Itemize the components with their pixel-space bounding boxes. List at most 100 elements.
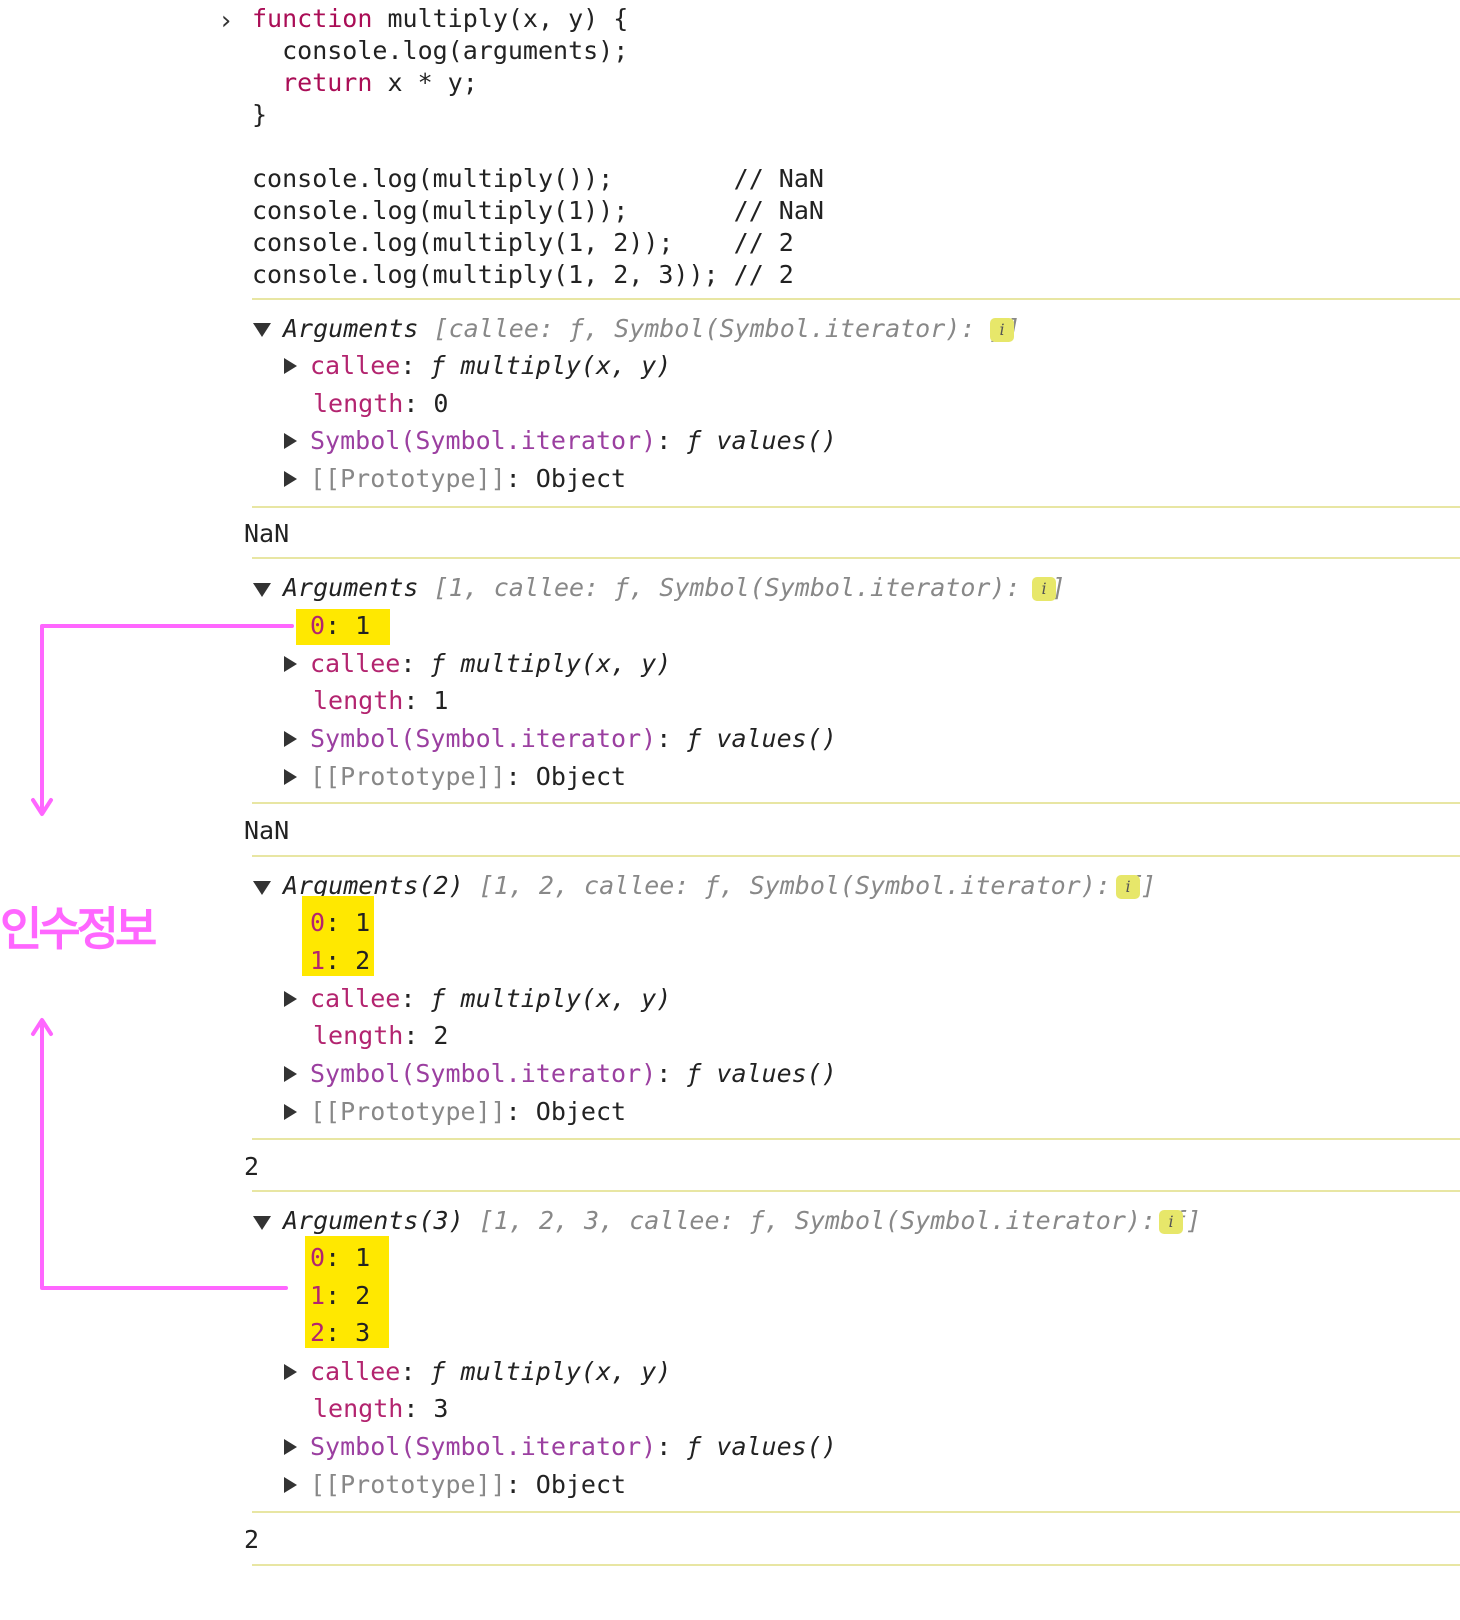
arguments-header[interactable]: Arguments(2) [1, 2, callee: ƒ, Symbol(Sy… — [283, 871, 1156, 900]
prop-key: 1 — [310, 1281, 326, 1310]
code-keyword: return — [252, 68, 373, 97]
index-row-1: 1: 2 — [310, 1281, 371, 1310]
length-row: length: 2 — [313, 1021, 449, 1050]
expand-triangle-icon[interactable] — [284, 1477, 297, 1493]
info-icon[interactable]: i — [1159, 1210, 1183, 1234]
console-result: 2 — [244, 1525, 260, 1554]
expand-triangle-icon[interactable] — [284, 358, 297, 374]
arguments-preview: [1, 2, callee: ƒ, Symbol(Symbol.iterator… — [478, 871, 1156, 900]
prop-key: length — [313, 686, 404, 715]
prop-value: Object — [535, 1470, 627, 1499]
prop-value: 3 — [355, 1318, 371, 1347]
prop-key: [[Prototype]] — [310, 464, 506, 493]
arguments-header[interactable]: Arguments [callee: ƒ, Symbol(Symbol.iter… — [283, 314, 1021, 343]
prop-key: [[Prototype]] — [310, 1097, 506, 1126]
divider — [252, 506, 1460, 508]
arguments-preview: [1, callee: ƒ, Symbol(Symbol.iterator): … — [433, 573, 1066, 602]
expand-triangle-icon[interactable] — [284, 769, 297, 785]
symbol-iterator-row[interactable]: Symbol(Symbol.iterator): ƒ values() — [310, 724, 837, 753]
divider — [252, 1564, 1460, 1566]
prop-value: 0 — [433, 389, 449, 418]
info-icon[interactable]: i — [990, 318, 1014, 342]
length-row: length: 1 — [313, 686, 449, 715]
console-result: NaN — [244, 816, 290, 845]
prop-key: callee — [310, 984, 401, 1013]
prop-key: Symbol(Symbol.iterator) — [310, 1059, 657, 1088]
collapse-triangle-icon[interactable] — [253, 881, 271, 895]
expand-triangle-icon[interactable] — [284, 1439, 297, 1455]
prop-value: ƒ multiply(x, y) — [430, 649, 672, 678]
prop-value: 2 — [433, 1021, 449, 1050]
prototype-row[interactable]: [[Prototype]]: Object — [310, 464, 626, 493]
prop-value: ƒ multiply(x, y) — [430, 984, 672, 1013]
expand-triangle-icon[interactable] — [284, 1364, 297, 1380]
arguments-header[interactable]: Arguments [1, callee: ƒ, Symbol(Symbol.i… — [283, 573, 1066, 602]
prop-key: Symbol(Symbol.iterator) — [310, 426, 657, 455]
prop-key: length — [313, 1021, 404, 1050]
code-keyword: function — [252, 4, 373, 33]
arguments-label: Arguments(3) — [283, 1206, 464, 1235]
expand-triangle-icon[interactable] — [284, 731, 297, 747]
collapse-triangle-icon[interactable] — [253, 323, 271, 337]
expand-triangle-icon[interactable] — [284, 471, 297, 487]
arguments-label: Arguments — [283, 314, 419, 343]
code-line-9: console.log(multiply(1, 2, 3)); // 2 — [252, 260, 794, 289]
prop-key: length — [313, 389, 404, 418]
index-row-0: 0: 1 — [310, 611, 371, 640]
length-row: length: 0 — [313, 389, 449, 418]
prop-value: 1 — [433, 686, 449, 715]
prop-key: 2 — [310, 1318, 326, 1347]
info-icon[interactable]: i — [1032, 577, 1056, 601]
divider — [252, 1511, 1460, 1513]
code-line-3: return x * y; — [252, 68, 478, 97]
index-row-0: 0: 1 — [310, 908, 371, 937]
prototype-row[interactable]: [[Prototype]]: Object — [310, 762, 626, 791]
callee-row[interactable]: callee: ƒ multiply(x, y) — [310, 1357, 671, 1386]
collapse-triangle-icon[interactable] — [253, 1216, 271, 1230]
arguments-preview: [1, 2, 3, callee: ƒ, Symbol(Symbol.itera… — [478, 1206, 1202, 1235]
code-line-1: function multiply(x, y) { — [252, 4, 628, 33]
info-icon[interactable]: i — [1116, 875, 1140, 899]
prop-value: Object — [535, 1097, 627, 1126]
prop-key: callee — [310, 1357, 401, 1386]
prototype-row[interactable]: [[Prototype]]: Object — [310, 1097, 626, 1126]
prop-key: Symbol(Symbol.iterator) — [310, 1432, 657, 1461]
code-line-4: } — [252, 100, 268, 129]
expand-triangle-icon[interactable] — [284, 433, 297, 449]
console-result: NaN — [244, 519, 290, 548]
prop-key: 0 — [310, 611, 326, 640]
arguments-header[interactable]: Arguments(3) [1, 2, 3, callee: ƒ, Symbol… — [283, 1206, 1201, 1235]
expand-triangle-icon[interactable] — [284, 1066, 297, 1082]
prop-value: ƒ values() — [686, 1059, 837, 1088]
prop-value: 3 — [433, 1394, 449, 1423]
code-line-8: console.log(multiply(1, 2)); // 2 — [252, 228, 794, 257]
expand-triangle-icon[interactable] — [284, 656, 297, 672]
code-line-6: console.log(multiply()); // NaN — [252, 164, 824, 193]
prop-key: Symbol(Symbol.iterator) — [310, 724, 657, 753]
expand-triangle-icon[interactable] — [284, 991, 297, 1007]
prototype-row[interactable]: [[Prototype]]: Object — [310, 1470, 626, 1499]
prop-key: 0 — [310, 1243, 326, 1272]
arrowhead-up-icon — [31, 1018, 53, 1036]
symbol-iterator-row[interactable]: Symbol(Symbol.iterator): ƒ values() — [310, 1432, 837, 1461]
annotation-label: 인수정보 — [0, 902, 157, 956]
expand-triangle-icon[interactable] — [284, 1104, 297, 1120]
index-row-2: 2: 3 — [310, 1318, 371, 1347]
prop-value: ƒ values() — [686, 1432, 837, 1461]
index-row-1: 1: 2 — [310, 946, 371, 975]
divider — [252, 557, 1460, 559]
divider — [252, 802, 1460, 804]
prop-value: ƒ values() — [686, 724, 837, 753]
callee-row[interactable]: callee: ƒ multiply(x, y) — [310, 984, 671, 1013]
symbol-iterator-row[interactable]: Symbol(Symbol.iterator): ƒ values() — [310, 1059, 837, 1088]
prop-value: ƒ multiply(x, y) — [430, 1357, 672, 1386]
prop-value: Object — [535, 762, 627, 791]
divider — [252, 855, 1460, 857]
prop-key: callee — [310, 649, 401, 678]
collapse-triangle-icon[interactable] — [253, 583, 271, 597]
callee-row[interactable]: callee: ƒ multiply(x, y) — [310, 351, 671, 380]
prop-key: 0 — [310, 908, 326, 937]
length-row: length: 3 — [313, 1394, 449, 1423]
symbol-iterator-row[interactable]: Symbol(Symbol.iterator): ƒ values() — [310, 426, 837, 455]
callee-row[interactable]: callee: ƒ multiply(x, y) — [310, 649, 671, 678]
